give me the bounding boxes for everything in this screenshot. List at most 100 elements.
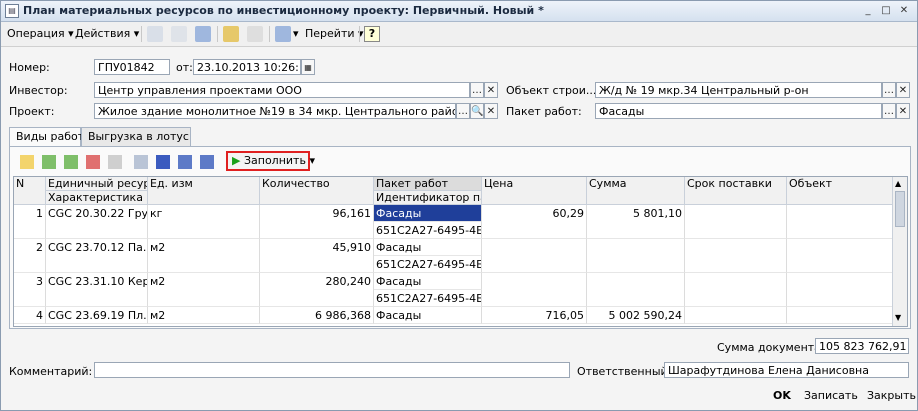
cell-package-id[interactable]: 651C2A27-6495-4E... — [374, 256, 482, 273]
based-on-icon[interactable] — [275, 26, 291, 42]
cell-object[interactable] — [787, 205, 893, 239]
select-icon[interactable]: … — [882, 82, 896, 98]
cell-object[interactable] — [787, 307, 893, 324]
cell-n[interactable]: 3 — [14, 273, 46, 307]
delete-row-icon[interactable] — [86, 155, 100, 169]
cell-n[interactable]: 1 — [14, 205, 46, 239]
clear-icon[interactable]: ✕ — [896, 82, 910, 98]
cell-delivery[interactable] — [685, 307, 787, 324]
cell-n[interactable]: 4 — [14, 307, 46, 324]
cell-resource[interactable]: CGC 23.69.19 Пл... — [46, 307, 148, 324]
unpost-doc-icon[interactable] — [247, 26, 263, 42]
investor-field[interactable]: Центр управления проектами ООО — [94, 82, 470, 98]
sort-desc-icon[interactable] — [200, 155, 214, 169]
open-icon[interactable]: 🔍 — [470, 103, 484, 119]
cell-package[interactable]: Фасады — [374, 239, 482, 256]
maximize-icon[interactable]: □ — [879, 4, 893, 17]
cell-qty[interactable]: 96,161 — [260, 205, 374, 239]
cell-unit[interactable]: м2 — [148, 273, 260, 307]
cell-package-id[interactable]: 651C2A27-6495-4E... — [374, 222, 482, 239]
cell-price[interactable]: 60,29 — [482, 205, 587, 239]
select-icon[interactable]: … — [456, 103, 470, 119]
cell-unit[interactable]: м2 — [148, 307, 260, 324]
add-row-icon[interactable] — [20, 155, 34, 169]
tab-work-types[interactable]: Виды работ — [9, 127, 84, 147]
col-header-qty[interactable]: Количество — [260, 177, 374, 205]
scroll-down-icon[interactable]: ▼ — [895, 313, 901, 322]
col-header-n[interactable]: N — [14, 177, 46, 205]
scroll-thumb[interactable] — [895, 191, 905, 227]
move-down-icon[interactable] — [156, 155, 170, 169]
cell-resource[interactable]: CGC 23.70.12 Па... — [46, 239, 148, 273]
cell-qty[interactable]: 280,240 — [260, 273, 374, 307]
move-up-icon[interactable] — [134, 155, 148, 169]
dropdown-arrow-icon[interactable]: ▾ — [293, 26, 299, 42]
cell-package[interactable]: Фасады — [374, 273, 482, 290]
cell-qty[interactable]: 45,910 — [260, 239, 374, 273]
cell-price[interactable] — [482, 239, 587, 273]
cell-resource[interactable]: CGC 23.31.10 Кер... — [46, 273, 148, 307]
post-doc-icon[interactable] — [223, 26, 239, 42]
vertical-scrollbar[interactable]: ▲ ▼ — [892, 177, 907, 326]
cell-price[interactable]: 716,05 — [482, 307, 587, 324]
clear-icon[interactable]: ✕ — [896, 103, 910, 119]
clear-icon[interactable]: ✕ — [484, 82, 498, 98]
refresh-icon[interactable] — [195, 26, 211, 42]
cell-unit[interactable]: м2 — [148, 239, 260, 273]
col-header-price[interactable]: Цена — [482, 177, 587, 205]
col-header-sum[interactable]: Сумма — [587, 177, 685, 205]
help-icon[interactable]: ? — [364, 26, 380, 42]
col-header-object[interactable]: Объект — [787, 177, 893, 205]
find-icon[interactable] — [171, 26, 187, 42]
ok-button[interactable]: OK — [773, 389, 791, 403]
cell-sum[interactable]: 5 801,10 — [587, 205, 685, 239]
col-header-resource[interactable]: Единичный ресурс — [46, 177, 148, 191]
cell-unit[interactable]: кг — [148, 205, 260, 239]
col-header-resource-char[interactable]: Характеристика ... — [46, 191, 148, 205]
col-header-package-id[interactable]: Идентификатор па... — [374, 191, 482, 205]
tab-lotus-export[interactable]: Выгрузка в лотус — [81, 127, 191, 146]
save-button[interactable]: Записать — [804, 389, 858, 403]
fill-button[interactable]: ▶ Заполнить ▾ — [226, 151, 315, 171]
select-icon[interactable]: … — [470, 82, 484, 98]
cell-object[interactable] — [787, 273, 893, 307]
object-field[interactable]: Ж/д № 19 мкр.34 Центральный р-он — [595, 82, 882, 98]
col-header-unit[interactable]: Ед. изм — [148, 177, 260, 205]
sort-asc-icon[interactable] — [178, 155, 192, 169]
cell-package[interactable]: Фасады — [374, 307, 482, 324]
responsible-field[interactable]: Шарафутдинова Елена Данисовна — [664, 362, 909, 378]
cell-object[interactable] — [787, 239, 893, 273]
cell-qty[interactable]: 6 986,368 — [260, 307, 374, 324]
cell-sum[interactable]: 5 002 590,24 — [587, 307, 685, 324]
cell-delivery[interactable] — [685, 273, 787, 307]
cell-package-id[interactable]: 651C2A27-6495-4E... — [374, 290, 482, 307]
cell-sum[interactable] — [587, 273, 685, 307]
col-header-delivery[interactable]: Срок поставки — [685, 177, 787, 205]
copy-row-icon[interactable] — [42, 155, 56, 169]
package-field[interactable]: Фасады — [595, 103, 882, 119]
back-icon[interactable] — [147, 26, 163, 42]
calendar-icon[interactable]: ▦ — [301, 59, 315, 75]
cell-price[interactable] — [482, 273, 587, 307]
resources-table[interactable]: N Единичный ресурс Характеристика ... Ед… — [13, 176, 908, 327]
goto-menu[interactable]: Перейти ▾ — [305, 26, 364, 42]
cell-sum[interactable] — [587, 239, 685, 273]
cell-resource[interactable]: CGC 20.30.22 Гру... — [46, 205, 148, 239]
select-icon[interactable]: … — [882, 103, 896, 119]
comment-field[interactable] — [94, 362, 570, 378]
close-icon[interactable]: ✕ — [897, 4, 911, 17]
date-field[interactable]: 23.10.2013 10:26:13 — [193, 59, 301, 75]
clear-icon[interactable]: ✕ — [484, 103, 498, 119]
number-field[interactable]: ГПУ01842 — [94, 59, 170, 75]
edit-row-icon[interactable] — [64, 155, 78, 169]
actions-menu[interactable]: Действия ▾ — [75, 26, 139, 42]
cell-package[interactable]: Фасады — [374, 205, 482, 222]
close-button[interactable]: Закрыть — [867, 389, 916, 403]
scroll-up-icon[interactable]: ▲ — [895, 179, 901, 188]
col-header-package[interactable]: Пакет работ — [374, 177, 482, 191]
project-field[interactable]: Жилое здание монолитное №19 в 34 мкр. Це… — [94, 103, 456, 119]
operation-menu[interactable]: Операция ▾ — [7, 26, 74, 42]
cell-delivery[interactable] — [685, 239, 787, 273]
minimize-icon[interactable]: _ — [861, 4, 875, 17]
finish-edit-icon[interactable] — [108, 155, 122, 169]
